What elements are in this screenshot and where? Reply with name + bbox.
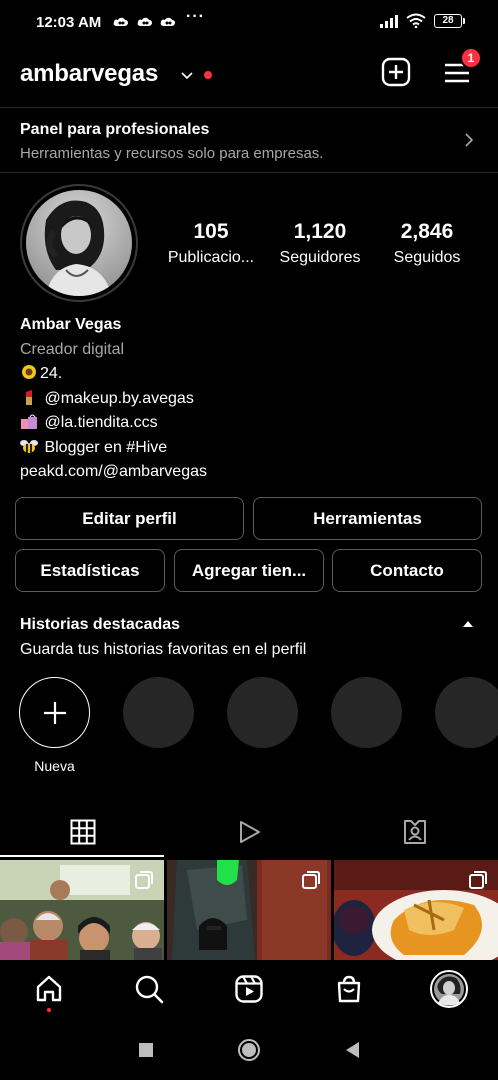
stat-following[interactable]: 2,846 Seguidos [380,220,474,267]
stat-label: Publicacio... [167,249,255,266]
wifi-icon [406,13,426,28]
username-switcher[interactable]: ambarvegas [20,60,158,88]
highlight-placeholder [123,677,194,748]
post-thumbnail[interactable] [167,860,331,960]
active-tab-indicator [0,855,164,857]
unread-dot [204,71,212,79]
home-system-button[interactable] [237,1038,261,1062]
circle-icon [238,1039,260,1061]
profile-bio: Ambar Vegas Creador digital 24. @makeup.… [20,313,207,485]
battery-level: 28 [442,15,454,26]
contact-button[interactable]: Contacto [332,549,482,592]
sunflower-icon [22,365,36,379]
stat-label: Seguidos [393,249,461,266]
shop-icon [337,975,361,1003]
grid-icon [70,819,96,845]
chevron-right-icon [465,133,474,147]
stat-value: 105 [193,220,229,243]
new-post-icon[interactable] [381,57,411,87]
nav-shop[interactable] [332,972,366,1006]
stat-value: 2,846 [400,220,454,243]
bio-text: 24. [40,365,63,382]
profile-header: ambarvegas 1 [0,47,498,98]
notification-badge: 1 [460,47,482,69]
bio-line: @makeup.by.avegas [20,387,207,412]
tagged-icon [404,820,426,844]
bio-line: Blogger en #Hive [20,436,207,461]
square-icon [139,1043,153,1057]
profile-category: Creador digital [20,340,125,358]
avatar-photo [26,190,132,296]
cloud-icon [113,17,129,26]
recents-button[interactable] [134,1038,158,1062]
bio-line: 24. [20,362,207,387]
edit-profile-button[interactable]: Editar perfil [15,497,244,540]
cloud-icon [137,17,153,26]
search-icon [135,975,164,1004]
tab-reels[interactable] [166,806,332,858]
bottom-navigation [0,960,498,1020]
status-more-dots: ··· [186,8,205,25]
stat-posts[interactable]: 105 Publicacio... [160,220,262,267]
status-time: 12:03 AM [36,14,102,31]
nav-home[interactable] [32,972,66,1006]
activity-dot [47,1008,51,1012]
lipstick-icon [26,389,32,405]
bio-line: @la.tiendita.ccs [20,411,207,436]
bio-text: Blogger en #Hive [44,438,168,456]
carousel-icon [135,871,153,889]
chevron-down-icon[interactable] [180,68,194,82]
nav-profile[interactable] [430,970,468,1008]
system-navigation-bar [0,1020,498,1080]
new-highlight-button[interactable] [19,677,90,748]
profile-tabs [0,806,498,858]
bee-icon [20,439,38,453]
chevron-up-icon[interactable] [462,619,474,629]
display-name: Ambar Vegas [20,316,122,333]
post-thumbnail[interactable] [334,860,498,960]
home-icon [36,975,62,1002]
carousel-icon [302,871,320,889]
triangle-back-icon [346,1042,359,1058]
bio-mention[interactable]: @makeup.by.avegas [44,390,193,407]
profile-avatar[interactable] [20,184,138,302]
highlight-placeholder [435,677,498,748]
bio-mention[interactable]: @la.tiendita.ccs [44,414,157,431]
highlight-placeholder [227,677,298,748]
pro-panel-title: Panel para profesionales [20,121,210,138]
cloud-icon [160,17,176,26]
insights-button[interactable]: Estadísticas [15,549,165,592]
tools-button[interactable]: Herramientas [253,497,482,540]
divider [0,172,498,173]
tab-tagged[interactable] [332,806,498,858]
reels-icon [235,975,263,1003]
post-thumbnail[interactable] [0,860,164,960]
nav-reels[interactable] [232,972,266,1006]
carousel-icon [469,871,487,889]
battery-icon: 28 [434,13,465,28]
back-button[interactable] [340,1038,364,1062]
highlight-placeholder [331,677,402,748]
professional-dashboard-row[interactable]: Panel para profesionales Herramientas y … [0,108,498,172]
profile-avatar [430,970,468,1008]
stat-followers[interactable]: 1,120 Seguidores [270,220,370,267]
plus-icon [43,701,66,724]
add-shop-button[interactable]: Agregar tien... [174,549,324,592]
status-bar: 12:03 AM ··· 28 [0,0,498,44]
highlights-subtitle: Guarda tus historias favoritas en el per… [20,641,307,658]
stat-value: 1,120 [293,220,347,243]
nav-search[interactable] [132,972,166,1006]
pro-panel-subtitle: Herramientas y recursos solo para empres… [20,145,324,162]
highlights-title: Historias destacadas [20,616,181,633]
bio-link[interactable]: peakd.com/@ambarvegas [20,460,207,485]
stat-label: Seguidores [279,249,361,266]
tab-posts-grid[interactable] [0,806,166,858]
shopping-bags-icon [21,414,37,429]
signal-icon [380,14,398,28]
reels-icon [240,821,260,843]
new-highlight-label: Nueva [34,758,75,774]
